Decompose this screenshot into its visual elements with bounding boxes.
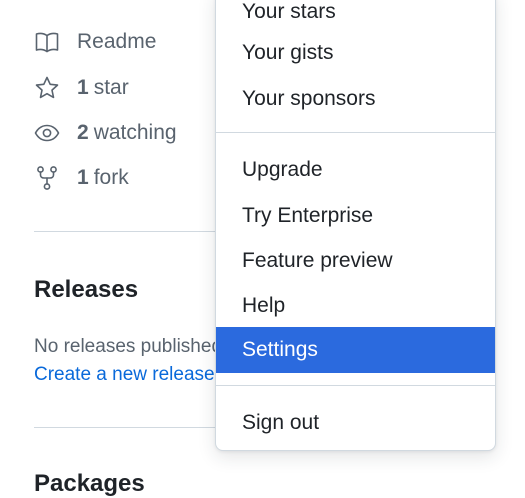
repo-forked-icon bbox=[34, 165, 60, 191]
user-dropdown-menu: Your stars Your gists Your sponsors Upgr… bbox=[215, 0, 496, 451]
create-release-link[interactable]: Create a new release bbox=[34, 364, 215, 386]
star-icon bbox=[34, 75, 60, 101]
stars-link[interactable]: 1 star bbox=[34, 74, 129, 102]
watchers-link[interactable]: 2 watching bbox=[34, 119, 177, 147]
menu-item-feature-preview[interactable]: Feature preview bbox=[216, 238, 495, 284]
menu-item-your-sponsors[interactable]: Your sponsors bbox=[216, 76, 495, 122]
menu-item-your-gists[interactable]: Your gists bbox=[216, 30, 495, 76]
menu-item-upgrade[interactable]: Upgrade bbox=[216, 147, 495, 193]
menu-item-sign-out[interactable]: Sign out bbox=[216, 400, 495, 446]
book-icon bbox=[34, 29, 60, 55]
releases-empty-text: No releases published bbox=[34, 336, 223, 357]
readme-link[interactable]: Readme bbox=[34, 28, 156, 56]
readme-label: Readme bbox=[77, 30, 157, 53]
menu-divider bbox=[216, 132, 495, 133]
watchers-label: watching bbox=[93, 121, 177, 144]
menu-item-settings[interactable]: Settings bbox=[216, 327, 495, 373]
menu-item-help[interactable]: Help bbox=[216, 283, 495, 329]
stars-count: 1 bbox=[77, 76, 89, 99]
menu-item-try-enterprise[interactable]: Try Enterprise bbox=[216, 193, 495, 239]
forks-count: 1 bbox=[77, 166, 89, 189]
watchers-count: 2 bbox=[77, 121, 89, 144]
releases-heading[interactable]: Releases bbox=[34, 276, 138, 304]
packages-heading[interactable]: Packages bbox=[34, 470, 145, 498]
sidebar-divider bbox=[34, 231, 234, 232]
sidebar-divider bbox=[34, 427, 234, 428]
eye-icon bbox=[34, 120, 60, 146]
stars-label: star bbox=[93, 76, 129, 99]
forks-label: fork bbox=[93, 166, 129, 189]
menu-divider bbox=[216, 385, 495, 386]
forks-link[interactable]: 1 fork bbox=[34, 164, 129, 192]
